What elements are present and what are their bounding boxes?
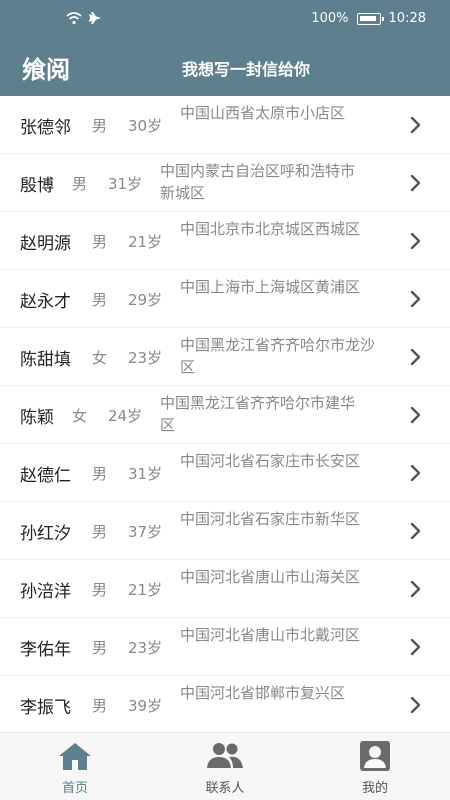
contact-row[interactable]: 张德邻 男 30岁 中国山西省太原市小店区 (0, 96, 450, 154)
chevron-right-icon (410, 232, 421, 250)
contact-age: 31岁 (108, 175, 143, 193)
contact-name: 赵永才 (20, 292, 71, 312)
contact-gender: 男 (92, 523, 108, 541)
contact-name: 殷博 (20, 176, 54, 196)
contact-row[interactable]: 孙红汐 男 37岁 中国河北省石家庄市新华区 (0, 502, 450, 560)
contact-age: 21岁 (128, 581, 163, 599)
tab-contacts-label: 联系人 (205, 781, 245, 796)
chevron-right-icon (410, 638, 421, 656)
contact-row[interactable]: 殷博男 31岁 中国内蒙古自治区呼和浩特市新城区 (0, 154, 450, 212)
chevron-right-icon (410, 580, 421, 598)
contact-name: 李佑年 (20, 640, 71, 660)
tab-contacts[interactable]: 联系人 (150, 733, 300, 800)
contact-address: 中国北京市北京城区西城区 (180, 220, 361, 238)
contact-row[interactable]: 赵永才 男 29岁 中国上海市上海城区黄浦区 (0, 270, 450, 328)
tab-home[interactable]: 首页 (0, 733, 150, 800)
contact-address: 中国上海市上海城区黄浦区 (180, 278, 361, 296)
contact-row[interactable]: 赵明源 男 21岁 中国北京市北京城区西城区 (0, 212, 450, 270)
contact-gender: 男 (92, 233, 108, 251)
app-title: 飨阅 (22, 56, 70, 84)
contact-gender: 女 (92, 349, 108, 367)
contact-gender: 男 (92, 581, 108, 599)
chevron-right-icon (410, 290, 421, 308)
app-subtitle: 我想写一封信给你 (182, 60, 311, 79)
chevron-right-icon (410, 406, 421, 424)
chevron-right-icon (410, 522, 421, 540)
contact-name: 孙涪洋 (20, 582, 71, 602)
clock: 10:28 (388, 11, 426, 26)
contact-gender: 女 (72, 407, 88, 425)
contact-age: 23岁 (128, 349, 163, 367)
contact-age: 29岁 (128, 291, 163, 309)
chevron-right-icon (410, 174, 421, 192)
tab-home-label: 首页 (61, 781, 88, 796)
contact-address: 中国河北省石家庄市新华区 (180, 510, 361, 528)
contact-address: 中国河北省唐山市山海关区 (180, 568, 361, 586)
tab-profile-label: 我的 (361, 781, 388, 796)
chevron-right-icon (410, 116, 421, 134)
contact-row[interactable]: 李振飞 男 39岁 中国河北省邯郸市复兴区 (0, 676, 450, 732)
contact-gender: 男 (92, 697, 108, 715)
contact-name: 陈甜填 (20, 350, 71, 370)
contact-address: 中国黑龙江省齐齐哈尔市建华区 (160, 394, 356, 434)
contact-address: 中国河北省邯郸市复兴区 (180, 684, 346, 702)
contact-name: 张德邻 (20, 118, 71, 138)
contact-age: 31岁 (128, 465, 163, 483)
contact-row[interactable]: 李佑年 男 23岁 中国河北省唐山市北戴河区 (0, 618, 450, 676)
app-bar: 飨阅 我想写一封信给你 (0, 38, 450, 96)
contact-gender: 男 (92, 639, 108, 657)
contact-row[interactable]: 陈甜填 女 23岁 中国黑龙江省齐齐哈尔市龙沙区 (0, 328, 450, 386)
contact-age: 24岁 (108, 407, 143, 425)
contact-address: 中国内蒙古自治区呼和浩特市新城区 (160, 162, 356, 202)
contact-address: 中国河北省石家庄市长安区 (180, 452, 361, 470)
contact-name: 李振飞 (20, 698, 71, 718)
contact-gender: 男 (92, 291, 108, 309)
contact-age: 37岁 (128, 523, 163, 541)
contact-row[interactable]: 赵德仁 男 31岁 中国河北省石家庄市长安区 (0, 444, 450, 502)
contact-name: 孙红汐 (20, 524, 71, 544)
contact-age: 30岁 (128, 117, 163, 135)
contact-row[interactable]: 陈颖女 24岁 中国黑龙江省齐齐哈尔市建华区 (0, 386, 450, 444)
contacts-icon (207, 743, 243, 768)
chevron-right-icon (410, 696, 421, 714)
contact-name: 陈颖 (20, 408, 54, 428)
contact-name: 赵德仁 (20, 466, 71, 486)
chevron-right-icon (410, 464, 421, 482)
contact-list: 张德邻男 30岁 中国山西省太原市小店区 殷博男 31岁 中国内蒙古自治区呼和浩特市新城区… (0, 96, 450, 732)
contact-age: 23岁 (128, 639, 163, 657)
contact-gender: 男 (72, 175, 88, 193)
chevron-right-icon (410, 348, 421, 366)
contact-row[interactable]: 孙涪洋 男 21岁 中国河北省唐山市山海关区 (0, 560, 450, 618)
status-bar: 100% 10:28 (0, 0, 450, 38)
tab-profile[interactable]: 我的 (300, 733, 450, 800)
profile-icon (360, 741, 390, 771)
battery-icon (356, 12, 384, 25)
contact-name: 赵明源 (20, 234, 71, 254)
wifi-icon (66, 12, 82, 25)
contact-address: 中国黑龙江省齐齐哈尔市龙沙区 (180, 336, 376, 376)
contact-gender: 男 (92, 465, 108, 483)
contact-address: 中国河北省唐山市北戴河区 (180, 626, 361, 644)
contact-address: 中国山西省太原市小店区 (180, 104, 346, 122)
bottom-tab-bar: 首页 联系人 我的 (0, 732, 450, 800)
contact-gender: 男 (92, 117, 108, 135)
battery-percent: 100% (311, 11, 349, 26)
airplane-mode-icon (89, 12, 101, 24)
contact-age: 21岁 (128, 233, 163, 251)
contact-age: 39岁 (128, 697, 163, 715)
home-icon (59, 743, 91, 770)
